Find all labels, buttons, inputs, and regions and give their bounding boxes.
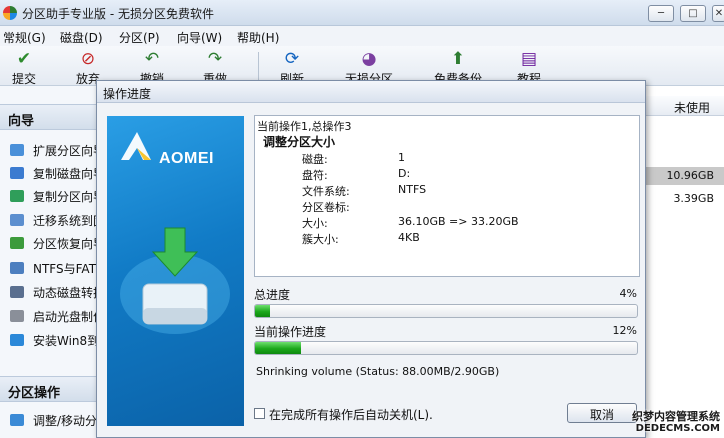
wizard-item-copy-partition[interactable]: 复制分区向导 (10, 188, 97, 205)
total-progress-bar (254, 304, 638, 318)
operation-count: 当前操作1,总操作3 (257, 120, 352, 133)
wizard-item-partition-recovery[interactable]: 分区恢复向导 (10, 235, 97, 252)
detail-value: 36.10GB => 33.20GB (398, 215, 519, 228)
wizard-item-label: 扩展分区向导 (33, 144, 97, 158)
wizard-panel-header[interactable]: 向导 (0, 104, 97, 130)
wizard-item-migrate-os[interactable]: 迁移系统到固态硬盘 (10, 212, 97, 229)
dialog-body: AOMEI 当前操作1,总操作3 调整分区大小 磁盘: 1 盘符: D: 文件系… (97, 103, 645, 437)
status-text: Shrinking volume (Status: 88.00MB/2.90GB… (256, 365, 500, 378)
current-progress-fill (255, 342, 301, 354)
menu-help[interactable]: 帮助(H) (237, 29, 279, 46)
partition-pie-icon: ◕ (361, 49, 377, 69)
wizard-item-label: 分区恢复向导 (33, 237, 97, 251)
current-progress-bar (254, 341, 638, 355)
app-logo-icon (3, 6, 17, 20)
partition-ops-header[interactable]: 分区操作 (0, 376, 97, 402)
detail-value: 4KB (398, 231, 420, 244)
dynamic-disk-icon (10, 286, 24, 298)
refresh-icon: ⟳ (284, 49, 300, 69)
cancel-button[interactable]: 取消 (567, 403, 637, 423)
total-progress-fill (255, 305, 271, 317)
detail-label: 大小: (302, 217, 328, 230)
disk-list-area (646, 86, 724, 438)
wizard-item-label: 安装Win8到U盘 (33, 334, 97, 348)
table-cell-unused[interactable]: 10.96GB (646, 167, 724, 185)
auto-shutdown-checkbox[interactable] (254, 408, 265, 419)
wizard-item-extend-partition[interactable]: 扩展分区向导 (10, 142, 97, 159)
detail-label: 文件系统: (302, 185, 350, 198)
wizard-item-label: 复制磁盘向导 (33, 167, 97, 181)
detail-label: 磁盘: (302, 153, 328, 166)
resize-icon (10, 414, 24, 426)
wizard-item-label: NTFS与FAT32转换 (33, 262, 97, 276)
redo-icon: ↷ (207, 49, 223, 69)
menu-wizard[interactable]: 向导(W) (177, 29, 222, 46)
detail-value: D: (398, 167, 411, 180)
submit-label: 提交 (12, 72, 37, 86)
minimize-button[interactable]: ─ (648, 5, 674, 22)
operation-info-box: 当前操作1,总操作3 调整分区大小 磁盘: 1 盘符: D: 文件系统: NTF… (254, 115, 640, 277)
title-bar: 分区助手专业版 - 无损分区免费软件 ─ □ ✕ (0, 0, 724, 26)
wizard-item-label: 启动光盘制作 (33, 310, 97, 324)
migrate-icon (10, 214, 24, 226)
convert-icon (10, 262, 24, 274)
left-panel: 向导 扩展分区向导 复制磁盘向导 复制分区向导 迁移系统到固态硬盘 分区恢复向导… (0, 86, 97, 438)
toolbar-separator (258, 52, 259, 82)
detail-label: 分区卷标: (302, 201, 350, 214)
wizard-item-copy-disk[interactable]: 复制磁盘向导 (10, 165, 97, 182)
current-progress-percent: 12% (612, 324, 637, 337)
maximize-button[interactable]: □ (680, 5, 706, 22)
watermark-line2: DEDECMS.COM (635, 423, 720, 434)
auto-shutdown-label[interactable]: 在完成所有操作后自动关机(L). (269, 406, 433, 423)
table-cell-unused[interactable]: 3.39GB (646, 190, 724, 208)
window-title: 分区助手专业版 - 无损分区免费软件 (22, 7, 214, 21)
aomei-banner: AOMEI (107, 116, 244, 426)
dialog-title: 操作进度 (97, 81, 645, 103)
wizard-item-dynamic-disk[interactable]: 动态磁盘转换 (10, 284, 97, 301)
detail-value: 1 (398, 151, 405, 164)
wizard-item-label: 迁移系统到固态硬盘 (33, 214, 97, 228)
op-item-label: 调整/移动分区 (33, 414, 97, 428)
site-watermark: 织梦内容管理系统 DEDECMS.COM (632, 411, 720, 435)
detail-value: NTFS (398, 183, 427, 196)
menu-disk[interactable]: 磁盘(D) (60, 29, 103, 46)
checkmark-icon: ✔ (16, 49, 32, 69)
disc-icon (10, 310, 24, 322)
operation-progress-dialog: 操作进度 AOMEI 当前操作1,总操作3 调整分区大小 磁盘: 1 盘符: D… (96, 80, 646, 438)
wizard-item-win8-usb[interactable]: 安装Win8到U盘 (10, 332, 97, 349)
detail-label: 盘符: (302, 169, 328, 182)
wizard-item-label: 动态磁盘转换 (33, 286, 97, 300)
menu-bar: 常规(G) 磁盘(D) 分区(P) 向导(W) 帮助(H) (0, 26, 724, 46)
copy-partition-icon (10, 190, 24, 202)
discard-icon: ⊘ (80, 49, 96, 69)
menu-partition[interactable]: 分区(P) (119, 29, 160, 46)
detail-label: 簇大小: (302, 233, 339, 246)
wizard-item-label: 复制分区向导 (33, 190, 97, 204)
operation-title: 调整分区大小 (263, 135, 336, 149)
copy-disk-icon (10, 167, 24, 179)
submit-button[interactable]: ✔ 提交 (12, 50, 36, 87)
backup-icon: ⬆ (450, 49, 466, 69)
column-header-unused[interactable]: 未使用 (646, 96, 724, 116)
book-icon: ▤ (520, 49, 538, 69)
total-progress-label: 总进度 (254, 288, 291, 302)
brand-name: AOMEI (159, 150, 214, 167)
total-progress-percent: 4% (619, 287, 637, 300)
undo-icon: ↶ (144, 49, 160, 69)
recovery-icon (10, 237, 24, 249)
windows-icon (10, 334, 24, 346)
op-resize-move-partition[interactable]: 调整/移动分区 (10, 412, 97, 429)
current-progress-label: 当前操作进度 (254, 325, 327, 339)
wizard-item-ntfs-fat32[interactable]: NTFS与FAT32转换 (10, 260, 97, 277)
extend-icon (10, 144, 24, 156)
wizard-item-boot-disc[interactable]: 启动光盘制作 (10, 308, 97, 325)
watermark-line1: 织梦内容管理系统 (632, 410, 720, 423)
menu-general[interactable]: 常规(G) (3, 29, 46, 46)
close-button[interactable]: ✕ (712, 5, 724, 22)
